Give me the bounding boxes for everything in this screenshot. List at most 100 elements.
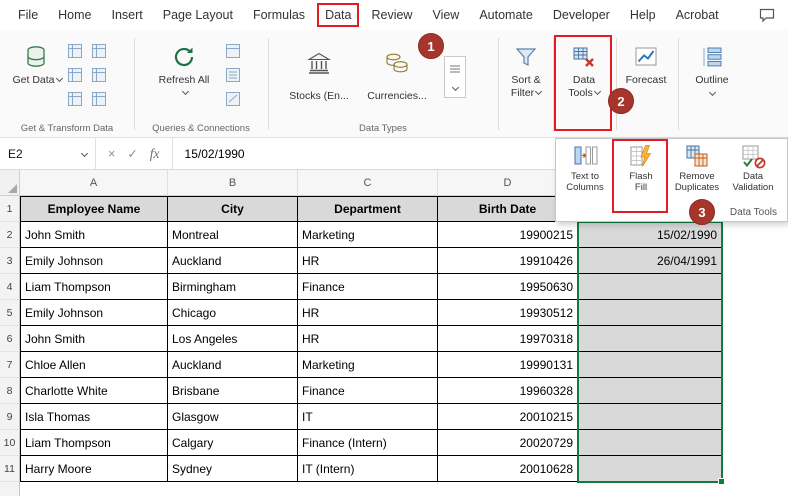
existing-connections-icon[interactable] — [90, 90, 108, 108]
cell[interactable]: Finance — [298, 378, 438, 404]
cell[interactable]: IT (Intern) — [298, 456, 438, 482]
cell-b1[interactable]: City — [168, 196, 298, 222]
outline-button[interactable]: Outline — [686, 36, 738, 95]
recent-sources-icon[interactable] — [66, 90, 84, 108]
column-header-b[interactable]: B — [168, 170, 298, 195]
cancel-icon[interactable]: × — [108, 147, 115, 161]
get-data-button[interactable]: Get Data — [12, 36, 62, 87]
tab-file[interactable]: File — [8, 0, 48, 30]
cell[interactable] — [578, 352, 722, 378]
select-all-corner[interactable] — [0, 170, 20, 195]
cell[interactable]: 19990131 — [438, 352, 578, 378]
column-header-a[interactable]: A — [20, 170, 168, 195]
cell[interactable]: Harry Moore — [20, 456, 168, 482]
cell[interactable]: 19950630 — [438, 274, 578, 300]
cell[interactable]: Auckland — [168, 248, 298, 274]
cell[interactable]: Birmingham — [168, 274, 298, 300]
cell[interactable] — [578, 326, 722, 352]
cell[interactable]: Calgary — [168, 430, 298, 456]
cell[interactable]: Emily Johnson — [20, 248, 168, 274]
column-header-c[interactable]: C — [298, 170, 438, 195]
tab-help[interactable]: Help — [620, 0, 666, 30]
sort-filter-button[interactable]: Sort & Filter — [502, 36, 550, 100]
queries-connections-icon[interactable] — [224, 42, 242, 60]
cell[interactable]: Liam Thompson — [20, 274, 168, 300]
cell[interactable]: Brisbane — [168, 378, 298, 404]
row-header[interactable]: 3 — [0, 248, 20, 274]
tab-page-layout[interactable]: Page Layout — [153, 0, 243, 30]
tab-home[interactable]: Home — [48, 0, 101, 30]
tab-developer[interactable]: Developer — [543, 0, 620, 30]
tab-review[interactable]: Review — [361, 0, 422, 30]
row-header[interactable]: 2 — [0, 222, 20, 248]
forecast-button[interactable]: Forecast — [620, 36, 672, 87]
cell[interactable] — [578, 378, 722, 404]
cell[interactable]: Liam Thompson — [20, 430, 168, 456]
cell[interactable]: Montreal — [168, 222, 298, 248]
name-box[interactable]: E2 — [0, 138, 96, 169]
cell[interactable]: HR — [298, 248, 438, 274]
cell[interactable]: Marketing — [298, 352, 438, 378]
cell[interactable]: 19970318 — [438, 326, 578, 352]
text-to-columns-button[interactable]: Text to Columns — [558, 143, 612, 194]
from-text-csv-icon[interactable] — [66, 42, 84, 60]
stocks-button[interactable]: Stocks (En... — [286, 34, 352, 103]
remove-duplicates-button[interactable]: Remove Duplicates — [670, 143, 724, 194]
cell[interactable]: 26/04/1991 — [578, 248, 722, 274]
cell[interactable]: 19960328 — [438, 378, 578, 404]
cell[interactable]: IT — [298, 404, 438, 430]
cell[interactable]: Chicago — [168, 300, 298, 326]
row-header[interactable]: 11 — [0, 456, 20, 482]
tab-insert[interactable]: Insert — [102, 0, 153, 30]
from-table-range-icon[interactable] — [66, 66, 84, 84]
cell[interactable]: Finance — [298, 274, 438, 300]
tab-automate[interactable]: Automate — [469, 0, 543, 30]
cell[interactable]: Glasgow — [168, 404, 298, 430]
cell[interactable] — [578, 430, 722, 456]
row-header[interactable]: 8 — [0, 378, 20, 404]
row-header[interactable]: 7 — [0, 352, 20, 378]
cell[interactable]: Charlotte White — [20, 378, 168, 404]
cell[interactable]: 19910426 — [438, 248, 578, 274]
cell[interactable]: Sydney — [168, 456, 298, 482]
data-types-gallery-more-button[interactable] — [444, 56, 466, 98]
row-header[interactable]: 6 — [0, 326, 20, 352]
row-header[interactable]: 5 — [0, 300, 20, 326]
cell[interactable]: Emily Johnson — [20, 300, 168, 326]
row-header[interactable]: 10 — [0, 430, 20, 456]
row-header[interactable]: 4 — [0, 274, 20, 300]
cell[interactable]: Marketing — [298, 222, 438, 248]
row-header[interactable]: 1 — [0, 196, 20, 222]
cell[interactable]: HR — [298, 326, 438, 352]
data-tools-button[interactable]: Data Tools — [558, 36, 610, 100]
cell[interactable]: 19930512 — [438, 300, 578, 326]
enter-icon[interactable]: ✓ — [127, 146, 137, 161]
properties-icon[interactable] — [224, 66, 242, 84]
cell[interactable]: 20010628 — [438, 456, 578, 482]
cell[interactable]: Isla Thomas — [20, 404, 168, 430]
tab-view[interactable]: View — [422, 0, 469, 30]
cell[interactable] — [578, 274, 722, 300]
tab-formulas[interactable]: Formulas — [243, 0, 315, 30]
from-picture-icon[interactable] — [90, 66, 108, 84]
flash-fill-button[interactable]: Flash Fill — [614, 143, 668, 194]
cell[interactable]: Chloe Allen — [20, 352, 168, 378]
tab-acrobat[interactable]: Acrobat — [666, 0, 729, 30]
cell[interactable] — [578, 404, 722, 430]
tab-data[interactable]: Data — [315, 0, 361, 30]
formula-input[interactable]: 15/02/1990 — [173, 147, 245, 161]
comment-icon[interactable] — [754, 4, 780, 26]
cell-a1[interactable]: Employee Name — [20, 196, 168, 222]
cell[interactable]: 15/02/1990 — [578, 222, 722, 248]
cell[interactable] — [578, 456, 722, 482]
cell[interactable]: 20020729 — [438, 430, 578, 456]
from-web-icon[interactable] — [90, 42, 108, 60]
cell-c1[interactable]: Department — [298, 196, 438, 222]
refresh-all-button[interactable]: Refresh All — [156, 36, 212, 100]
row-header[interactable]: 9 — [0, 404, 20, 430]
cell[interactable]: John Smith — [20, 326, 168, 352]
cell[interactable]: HR — [298, 300, 438, 326]
insert-function-icon[interactable]: fx — [150, 146, 160, 162]
cell[interactable]: 19900215 — [438, 222, 578, 248]
cell[interactable]: Finance (Intern) — [298, 430, 438, 456]
